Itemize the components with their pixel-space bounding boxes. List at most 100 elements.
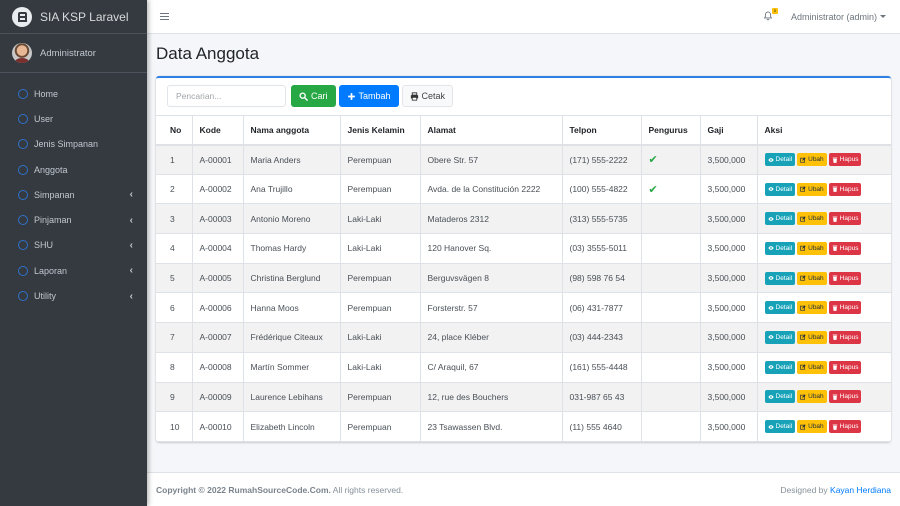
cell-no: 5 [156, 262, 193, 294]
table-row: 7 A-00007 Frédérique Citeaux Laki-Laki 24, p… [156, 322, 891, 353]
user-panel[interactable]: Administrator [0, 34, 147, 73]
delete-button[interactable]: Hapus [828, 390, 862, 404]
cell-aksi: Detail Ubah Hapus [756, 203, 891, 235]
edit-button[interactable]: Ubah [797, 330, 827, 344]
sidebar-item-simpanan[interactable]: Simpanan ‹ [0, 182, 147, 207]
delete-button[interactable]: Hapus [828, 360, 862, 374]
check-icon: ✔ [648, 154, 658, 167]
cell-kode: A-00006 [191, 292, 244, 324]
table-row: 5 A-00005 Christina Berglund Perempuan Bergu… [156, 262, 891, 294]
edit-label: Ubah [808, 274, 824, 282]
add-button[interactable]: Tambah [338, 85, 399, 107]
delete-button[interactable]: Hapus [828, 420, 862, 434]
delete-button[interactable]: Hapus [828, 330, 862, 344]
search-input[interactable] [167, 85, 286, 107]
sidebar-item-anggota[interactable]: Anggota [0, 157, 147, 182]
cell-pengurus [640, 233, 701, 264]
detail-button[interactable]: Detail [764, 182, 796, 196]
cell-jenis-kelamin: Laki-Laki [339, 203, 421, 235]
chevron-left-icon: ‹ [129, 290, 133, 302]
edit-label: Ubah [808, 185, 824, 193]
cell-gaji: 3,500,000 [699, 203, 758, 235]
main-content: Data Anggota Cari Tambah Cetak NoKodeNam… [147, 34, 900, 472]
sidebar-item-jenis-simpanan[interactable]: Jenis Simpanan [0, 132, 147, 157]
delete-button[interactable]: Hapus [828, 301, 862, 315]
edit-button[interactable]: Ubah [797, 153, 827, 167]
trash-icon [832, 364, 837, 370]
circle-icon [18, 113, 28, 124]
cell-jenis-kelamin: Perempuan [339, 292, 421, 324]
cell-pengurus: ✔ [640, 173, 701, 205]
cell-jenis-kelamin: Perempuan [339, 144, 421, 175]
cell-nama: Hanna Moos [242, 292, 341, 324]
cell-nama: Laurence Lebihans [242, 381, 341, 413]
sidebar-item-label: Home [34, 88, 59, 99]
search-button[interactable]: Cari [291, 85, 336, 107]
topbar: 0 Administrator (admin) [147, 0, 900, 34]
detail-button[interactable]: Detail [764, 271, 796, 285]
menu-toggle-icon[interactable] [160, 13, 169, 20]
sidebar-item-home[interactable]: Home [0, 81, 147, 106]
delete-button[interactable]: Hapus [828, 241, 862, 255]
detail-button[interactable]: Detail [764, 330, 796, 344]
sidebar-item-utility[interactable]: Utility ‹ [0, 283, 147, 308]
cell-kode: A-00007 [191, 322, 244, 353]
eye-icon [767, 335, 774, 340]
column-header-jenis-kelamin: Jenis Kelamin [339, 115, 421, 146]
edit-button[interactable]: Ubah [797, 271, 827, 285]
delete-button[interactable]: Hapus [828, 271, 862, 285]
edit-button[interactable]: Ubah [797, 420, 827, 434]
cell-aksi: Detail Ubah Hapus [756, 233, 891, 264]
sidebar-item-shu[interactable]: SHU ‹ [0, 233, 147, 258]
sidebar-item-label: SHU [34, 240, 54, 251]
cell-aksi: Detail Ubah Hapus [756, 144, 891, 175]
cell-gaji: 3,500,000 [699, 292, 758, 324]
detail-label: Detail [775, 185, 793, 193]
cell-no: 9 [156, 381, 193, 413]
edit-button[interactable]: Ubah [797, 390, 827, 404]
delete-button[interactable]: Hapus [828, 182, 862, 196]
chevron-left-icon: ‹ [129, 265, 133, 277]
cell-gaji: 3,500,000 [699, 173, 758, 205]
app-logo-icon [12, 6, 32, 27]
brand-link[interactable]: SIA KSP Laravel [0, 0, 147, 34]
edit-icon [800, 334, 806, 341]
sidebar-nav: Home User Jenis Simpanan Anggota Simpanan ‹ Pi… [0, 73, 147, 309]
detail-button[interactable]: Detail [764, 301, 796, 315]
sidebar-item-label: Anggota [34, 164, 68, 175]
notifications-button[interactable]: 0 [763, 7, 778, 23]
cell-alamat: Berguvsvägen 8 [419, 262, 563, 294]
detail-button[interactable]: Detail [764, 360, 796, 374]
designer-link[interactable]: Kayan Herdiana [830, 485, 891, 495]
cell-kode: A-00008 [191, 351, 244, 383]
trash-icon [832, 394, 837, 400]
edit-button[interactable]: Ubah [797, 360, 827, 374]
circle-icon [18, 265, 28, 276]
detail-button[interactable]: Detail [764, 241, 796, 255]
sidebar-item-laporan[interactable]: Laporan ‹ [0, 258, 147, 283]
detail-button[interactable]: Detail [764, 420, 796, 434]
edit-button[interactable]: Ubah [797, 212, 827, 226]
detail-button[interactable]: Detail [764, 212, 796, 226]
detail-label: Detail [775, 274, 793, 282]
cell-telpon: (98) 598 76 54 [561, 262, 642, 294]
print-button[interactable]: Cetak [401, 85, 454, 107]
check-icon: ✔ [648, 183, 658, 196]
cell-nama: Maria Anders [242, 144, 341, 175]
edit-button[interactable]: Ubah [797, 241, 827, 255]
account-label: Administrator (admin) [790, 11, 877, 22]
sidebar-item-pinjaman[interactable]: Pinjaman ‹ [0, 207, 147, 232]
account-dropdown[interactable]: Administrator (admin) [791, 12, 886, 22]
delete-button[interactable]: Hapus [828, 153, 862, 167]
detail-label: Detail [775, 393, 793, 401]
cell-aksi: Detail Ubah Hapus [756, 292, 891, 324]
edit-button[interactable]: Ubah [797, 301, 827, 315]
detail-button[interactable]: Detail [764, 390, 796, 404]
delete-label: Hapus [839, 363, 859, 371]
sidebar-item-user[interactable]: User [0, 106, 147, 131]
cell-pengurus [640, 351, 701, 383]
trash-icon [832, 335, 837, 341]
detail-button[interactable]: Detail [764, 153, 796, 167]
edit-button[interactable]: Ubah [797, 182, 827, 196]
delete-button[interactable]: Hapus [828, 212, 862, 226]
